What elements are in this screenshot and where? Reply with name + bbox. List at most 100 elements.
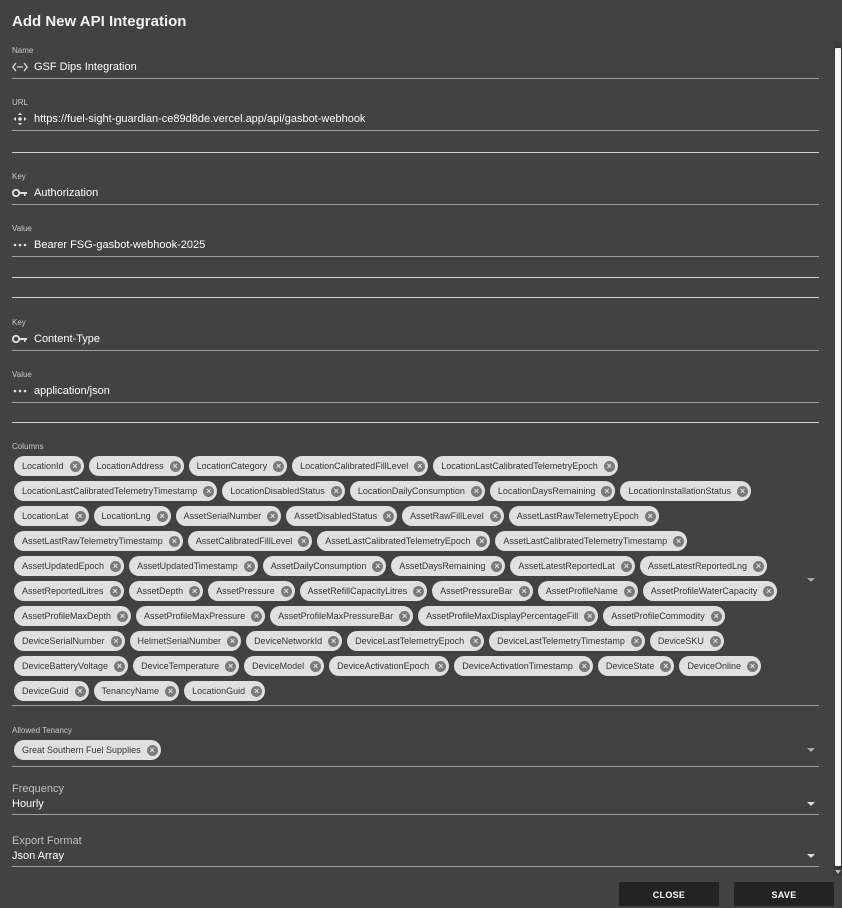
chip[interactable]: LocationCategory ×: [188, 456, 288, 476]
remove-circle-icon[interactable]: ×: [763, 585, 775, 597]
chip[interactable]: AssetLastCalibratedTelemetryTimestamp ×: [495, 531, 688, 551]
remove-circle-icon[interactable]: ×: [737, 485, 749, 497]
remove-circle-icon[interactable]: ×: [753, 560, 765, 572]
caret-down-icon[interactable]: [807, 802, 815, 806]
remove-circle-icon[interactable]: ×: [644, 510, 656, 522]
chip[interactable]: AssetDisabledStatus ×: [286, 506, 398, 526]
columns-field[interactable]: Columns LocationId × LocationAddress × Locat…: [12, 442, 819, 706]
chip[interactable]: DeviceLastTelemetryEpoch ×: [347, 631, 485, 651]
chip[interactable]: HelmetSerialNumber ×: [129, 631, 242, 651]
scrollbar[interactable]: [834, 42, 842, 876]
chip[interactable]: DeviceState ×: [597, 656, 675, 676]
remove-circle-icon[interactable]: ×: [114, 660, 126, 672]
chip[interactable]: AssetProfileMaxDepth ×: [14, 606, 132, 626]
chip[interactable]: DeviceLastTelemetryTimestamp ×: [489, 631, 645, 651]
header-key-field[interactable]: Key Authorization: [12, 172, 819, 205]
remove-circle-icon[interactable]: ×: [435, 660, 447, 672]
chip[interactable]: AssetDaysRemaining ×: [391, 556, 506, 576]
chip[interactable]: LocationLat ×: [14, 506, 89, 526]
chip[interactable]: AssetRawFillLevel ×: [402, 506, 504, 526]
value-input[interactable]: Bearer FSG-gasbot-webhook-2025: [34, 239, 205, 251]
remove-circle-icon[interactable]: ×: [660, 660, 672, 672]
chip[interactable]: AssetLastRawTelemetryEpoch ×: [508, 506, 659, 526]
close-button[interactable]: CLOSE: [619, 882, 719, 906]
chip[interactable]: Great Southern Fuel Supplies ×: [14, 740, 161, 760]
remove-circle-icon[interactable]: ×: [710, 610, 722, 622]
remove-circle-icon[interactable]: ×: [310, 660, 322, 672]
remove-circle-icon[interactable]: ×: [267, 510, 279, 522]
remove-circle-icon[interactable]: ×: [330, 485, 342, 497]
chip[interactable]: LocationInstallationStatus ×: [620, 481, 752, 501]
header-value-field[interactable]: Value Bearer FSG-gasbot-webhook-2025: [12, 224, 819, 257]
caret-down-icon[interactable]: [807, 854, 815, 858]
chip[interactable]: LocationGuid ×: [184, 681, 266, 701]
chip[interactable]: TenancyName ×: [93, 681, 180, 701]
remove-circle-icon[interactable]: ×: [146, 744, 158, 756]
chip[interactable]: AssetDailyConsumption ×: [262, 556, 387, 576]
remove-circle-icon[interactable]: ×: [328, 635, 340, 647]
remove-circle-icon[interactable]: ×: [298, 535, 310, 547]
chip[interactable]: AssetPressureBar ×: [432, 581, 533, 601]
remove-circle-icon[interactable]: ×: [74, 510, 86, 522]
chip[interactable]: AssetLatestReportedLat ×: [510, 556, 635, 576]
remove-circle-icon[interactable]: ×: [383, 510, 395, 522]
remove-circle-icon[interactable]: ×: [601, 485, 613, 497]
remove-circle-icon[interactable]: ×: [620, 560, 632, 572]
remove-circle-icon[interactable]: ×: [709, 635, 721, 647]
chip[interactable]: DeviceModel ×: [244, 656, 325, 676]
caret-down-icon[interactable]: [807, 578, 815, 582]
chip[interactable]: DeviceActivationTimestamp ×: [454, 656, 593, 676]
remove-circle-icon[interactable]: ×: [243, 560, 255, 572]
chip[interactable]: AssetProfileName ×: [537, 581, 638, 601]
remove-circle-icon[interactable]: ×: [470, 485, 482, 497]
remove-circle-icon[interactable]: ×: [74, 685, 86, 697]
remove-circle-icon[interactable]: ×: [110, 560, 122, 572]
chip[interactable]: AssetLatestReportedLng ×: [639, 556, 768, 576]
remove-circle-icon[interactable]: ×: [225, 660, 237, 672]
chip[interactable]: AssetUpdatedEpoch ×: [14, 556, 125, 576]
remove-circle-icon[interactable]: ×: [414, 460, 426, 472]
header-value-field[interactable]: Value application/json: [12, 370, 819, 403]
chip[interactable]: AssetProfileMaxDisplayPercentageFill ×: [418, 606, 599, 626]
chip[interactable]: LocationDaysRemaining ×: [489, 481, 616, 501]
remove-circle-icon[interactable]: ×: [109, 585, 121, 597]
remove-circle-icon[interactable]: ×: [189, 585, 201, 597]
frequency-select[interactable]: Frequency Hourly: [12, 782, 819, 815]
name-field[interactable]: Name GSF Dips Integration: [12, 46, 819, 79]
chip[interactable]: AssetCalibratedFillLevel ×: [187, 531, 313, 551]
chip[interactable]: DeviceNetworkId ×: [246, 631, 343, 651]
chip[interactable]: LocationLastCalibratedTelemetryEpoch ×: [433, 456, 618, 476]
remove-circle-icon[interactable]: ×: [280, 585, 292, 597]
caret-down-icon[interactable]: [807, 748, 815, 752]
tenancy-field[interactable]: Allowed Tenancy Great Southern Fuel Supp…: [12, 726, 819, 767]
url-field[interactable]: URL https://fuel-sight-guardian-ce89d8de…: [12, 98, 819, 131]
remove-circle-icon[interactable]: ×: [491, 560, 503, 572]
key-input[interactable]: Content-Type: [34, 333, 100, 345]
name-input[interactable]: GSF Dips Integration: [34, 61, 137, 73]
remove-circle-icon[interactable]: ×: [165, 685, 177, 697]
chip[interactable]: AssetProfileCommodity ×: [603, 606, 725, 626]
remove-circle-icon[interactable]: ×: [227, 635, 239, 647]
chip[interactable]: LocationAddress ×: [88, 456, 184, 476]
remove-circle-icon[interactable]: ×: [156, 510, 168, 522]
remove-circle-icon[interactable]: ×: [584, 610, 596, 622]
key-input[interactable]: Authorization: [34, 187, 98, 199]
remove-circle-icon[interactable]: ×: [169, 460, 181, 472]
remove-circle-icon[interactable]: ×: [273, 460, 285, 472]
chip[interactable]: LocationDailyConsumption ×: [349, 481, 485, 501]
remove-circle-icon[interactable]: ×: [746, 660, 758, 672]
chip[interactable]: AssetReportedLitres ×: [14, 581, 124, 601]
chip[interactable]: LocationLng ×: [93, 506, 171, 526]
remove-circle-icon[interactable]: ×: [489, 510, 501, 522]
dialog-content[interactable]: Name GSF Dips Integration URL https://fu…: [0, 40, 833, 875]
save-button[interactable]: SAVE: [734, 882, 834, 906]
chip[interactable]: AssetProfileMaxPressure ×: [136, 606, 266, 626]
remove-circle-icon[interactable]: ×: [578, 660, 590, 672]
header-key-field[interactable]: Key Content-Type: [12, 318, 819, 351]
chip[interactable]: AssetProfileWaterCapacity ×: [642, 581, 778, 601]
remove-circle-icon[interactable]: ×: [251, 610, 263, 622]
remove-circle-icon[interactable]: ×: [117, 610, 129, 622]
chip[interactable]: DeviceActivationEpoch ×: [329, 656, 450, 676]
chip[interactable]: DeviceTemperature ×: [133, 656, 240, 676]
remove-circle-icon[interactable]: ×: [470, 635, 482, 647]
